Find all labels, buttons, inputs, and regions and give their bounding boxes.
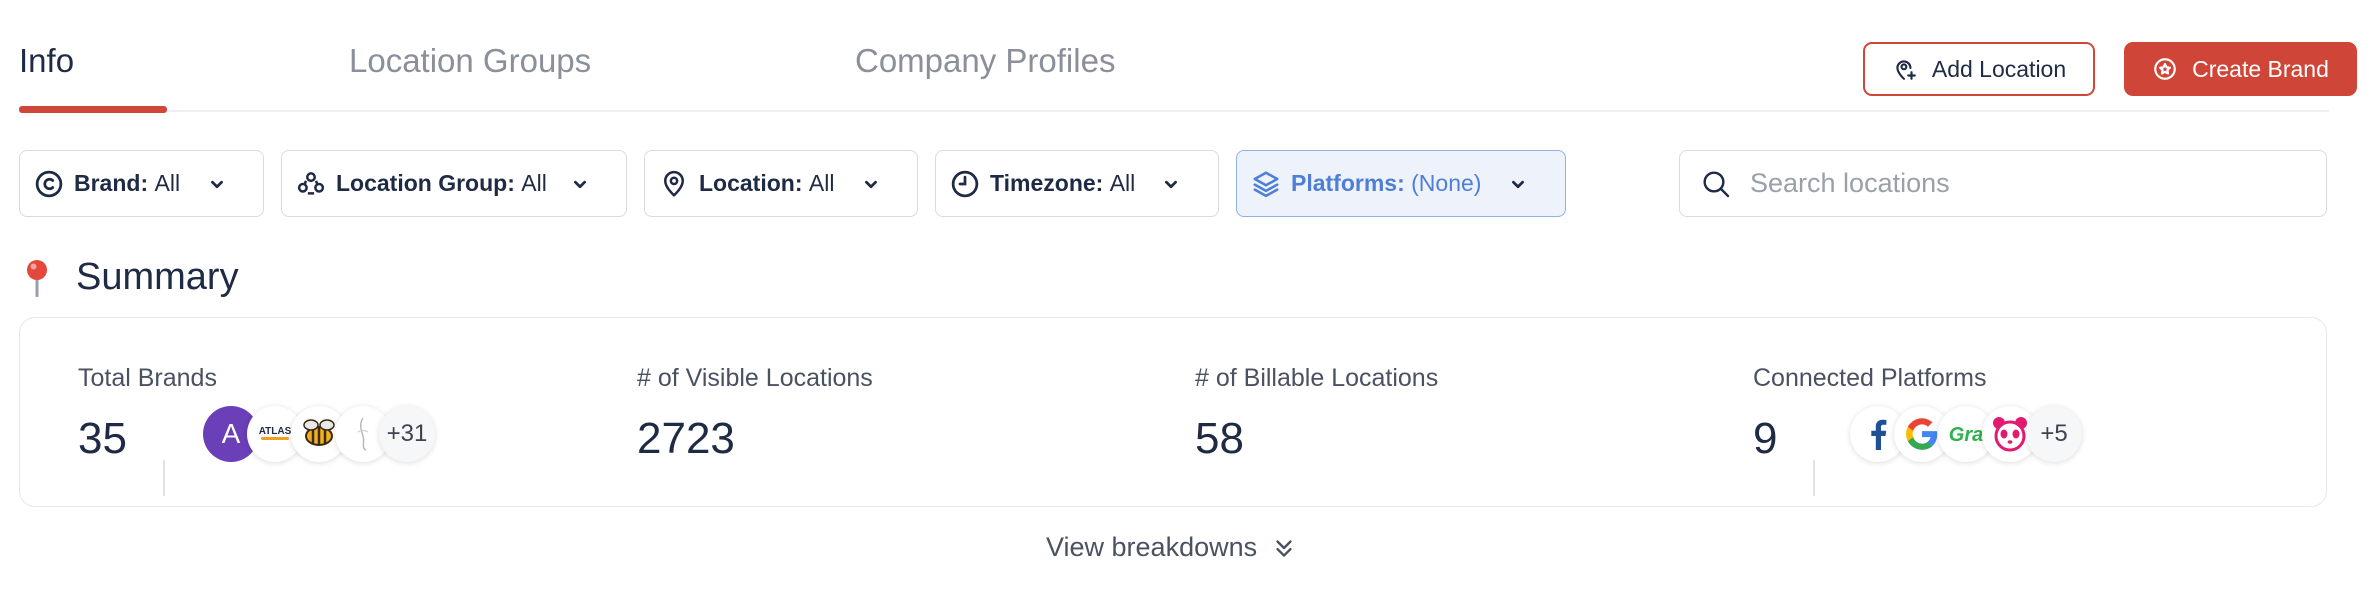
platform-avatar-group[interactable]: Gra +5 [1850,406,2082,462]
divider [163,460,165,496]
timezone-filter-value: All [1109,170,1136,196]
tab-company-profiles[interactable]: Company Profiles [855,42,1115,80]
location-group-filter-label: Location Group: [336,170,515,196]
timezone-filter[interactable]: Timezone: All [935,150,1219,217]
hand-drawing-icon [357,417,369,451]
brand-avatar-group[interactable]: A ATLAS +31 [203,406,435,462]
create-brand-button[interactable]: Create Brand [2124,42,2357,96]
view-breakdowns-label: View breakdowns [1046,532,1258,562]
chevron-down-icon [1160,173,1182,195]
chevron-down-icon [569,173,591,195]
create-brand-label: Create Brand [2192,55,2329,82]
layers-icon [1251,169,1281,199]
active-tab-indicator [19,106,167,113]
pushpin-icon [22,259,52,297]
clock-icon [950,169,980,199]
location-add-icon [1892,56,1918,82]
chevron-down-icon [206,173,228,195]
add-location-label: Add Location [1931,55,2067,82]
search-icon [1700,168,1732,200]
view-breakdowns-link[interactable]: View breakdowns [1046,532,1297,563]
chevron-down-icon [860,173,882,195]
search-box [1679,150,2327,217]
summary-card: Total Brands 35 A ATLAS +31 # of Visible… [19,317,2327,507]
visible-locations-stat: # of Visible Locations 2723 [637,364,873,463]
svg-text:Gra: Gra [1949,424,1983,446]
billable-locations-stat: # of Billable Locations 58 [1195,364,1439,463]
group-icon [296,169,326,199]
map-pin-icon [659,169,689,199]
billable-locations-value: 58 [1195,414,1244,463]
connected-platforms-label: Connected Platforms [1753,364,1987,392]
location-filter-value: All [808,170,835,196]
summary-header: Summary [22,256,239,299]
location-management-page: Info Location Groups Company Profiles Ad… [0,0,2372,614]
facebook-icon [1871,419,1887,450]
summary-title: Summary [76,256,239,298]
location-group-filter[interactable]: Location Group: All [281,150,627,217]
brand-filter-value: All [154,170,181,196]
connected-platforms-value: 9 [1753,414,1778,463]
tab-info[interactable]: Info [19,42,74,80]
platforms-filter-value: (None) [1411,170,1482,196]
location-filter[interactable]: Location: All [644,150,918,217]
total-brands-stat: Total Brands 35 [78,364,217,496]
panda-icon [1993,417,2027,452]
brand-filter[interactable]: Brand: All [19,150,264,217]
svg-text:ATLAS: ATLAS [259,426,292,437]
divider [1813,460,1815,496]
total-brands-value: 35 [78,414,127,463]
timezone-filter-label: Timezone: [990,170,1104,196]
brand-filter-label: Brand: [74,170,149,196]
copyright-icon [34,169,64,199]
connected-platforms-stat: Connected Platforms 9 [1753,364,1987,496]
total-brands-label: Total Brands [78,364,217,392]
location-filter-label: Location: [699,170,803,196]
platforms-filter[interactable]: Platforms: (None) [1236,150,1566,217]
google-icon [1906,418,1938,450]
add-location-button[interactable]: Add Location [1863,42,2095,96]
visible-locations-label: # of Visible Locations [637,364,873,392]
location-group-filter-value: All [521,170,547,196]
platforms-filter-label: Platforms: [1291,170,1405,196]
more-platforms-count: +5 [2026,406,2082,462]
visible-locations-value: 2723 [637,414,735,463]
billable-locations-label: # of Billable Locations [1195,364,1439,392]
badge-icon [2152,56,2178,82]
double-chevron-down-icon [1271,535,1297,561]
more-brands-count: +31 [379,406,435,462]
chevron-down-icon [1507,173,1529,195]
tab-location-groups[interactable]: Location Groups [349,42,591,80]
search-input[interactable] [1750,168,2310,199]
